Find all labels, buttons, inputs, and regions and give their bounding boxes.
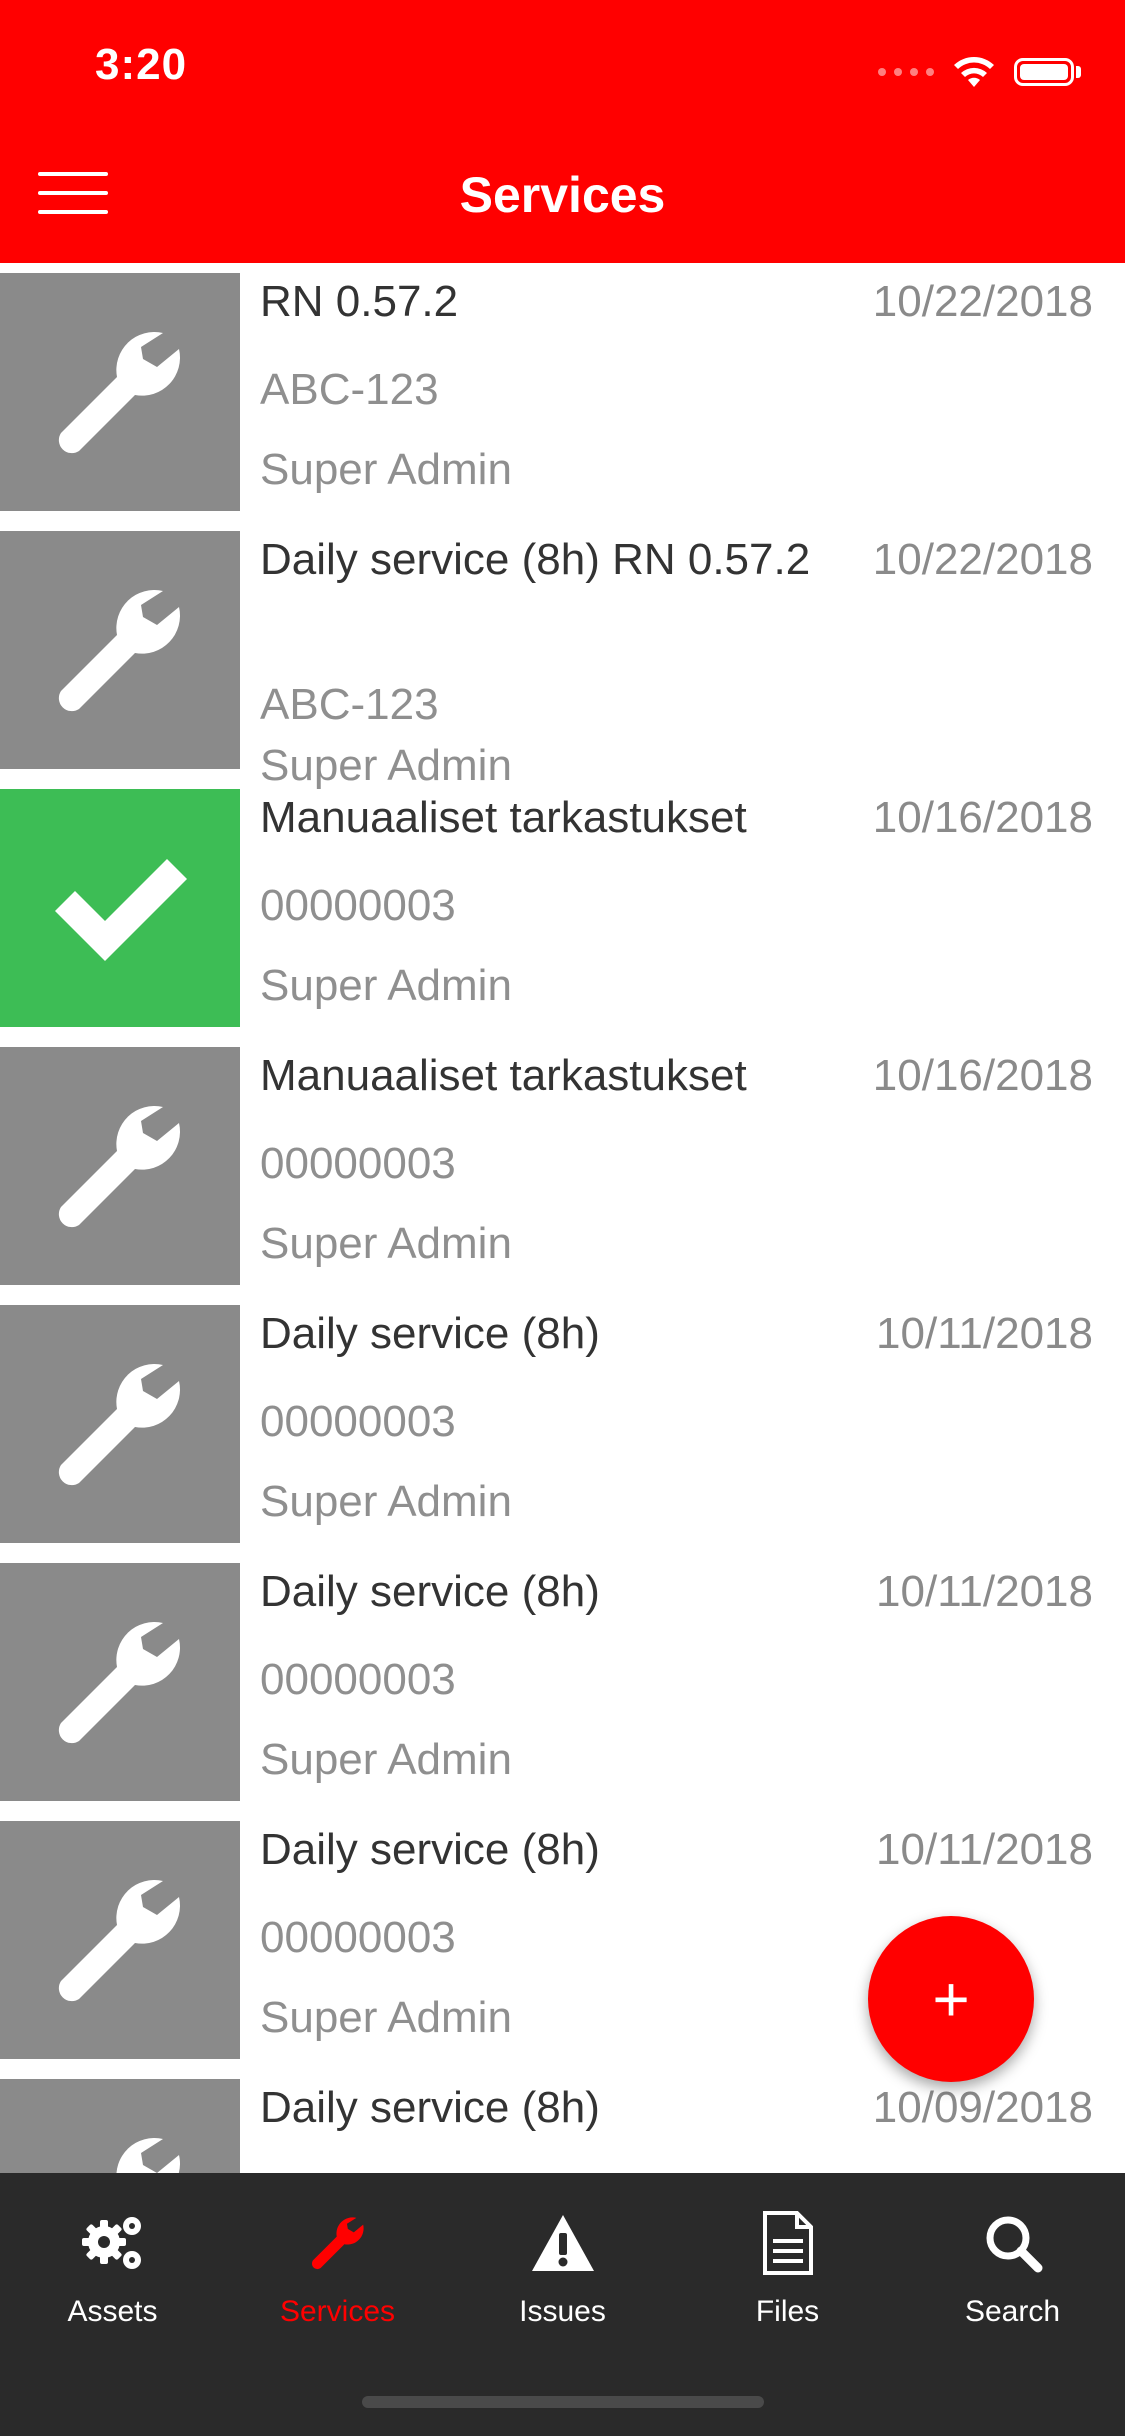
top-bar: 3:20 Services <box>0 0 1125 263</box>
service-thumbnail <box>0 1047 240 1285</box>
service-date: 10/11/2018 <box>876 1309 1093 1358</box>
home-indicator[interactable] <box>362 2396 764 2408</box>
service-date: 10/11/2018 <box>876 1567 1093 1616</box>
service-row[interactable]: Manuaaliset tarkastukset 10/16/2018 0000… <box>0 1037 1125 1295</box>
service-thumbnail <box>0 1563 240 1801</box>
service-thumbnail <box>0 531 240 769</box>
service-code: 00000003 <box>260 881 456 930</box>
service-code: 00000003 <box>260 1139 456 1188</box>
service-user: Super Admin <box>260 1993 512 2042</box>
service-date: 10/22/2018 <box>872 535 1093 584</box>
service-title: Daily service (8h) <box>260 1567 600 1616</box>
service-user: Super Admin <box>260 1477 512 1526</box>
wrench-icon <box>116 2138 180 2173</box>
service-row[interactable]: RN 0.57.2 10/22/2018 ABC-123 Super Admin <box>0 263 1125 521</box>
file-icon <box>762 2211 813 2275</box>
service-code: ABC-123 <box>260 365 439 414</box>
tab-label: Search <box>964 2295 1061 2328</box>
wrench-icon <box>58 1364 180 1486</box>
add-service-button[interactable]: + <box>868 1916 1034 2082</box>
gears-icon <box>81 2217 141 2269</box>
service-row[interactable]: Daily service (8h) RN 0.57.2 10/22/2018 … <box>0 521 1125 790</box>
service-title: Daily service (8h) <box>260 1309 600 1358</box>
service-code: ABC-123 <box>260 680 439 729</box>
wrench-icon <box>58 590 180 712</box>
warning-icon <box>531 2215 594 2271</box>
wrench-icon <box>58 1106 180 1228</box>
wrench-icon <box>58 332 180 454</box>
service-user: Super Admin <box>260 1219 512 1268</box>
service-code: 00000003 <box>260 1397 456 1446</box>
service-thumbnail <box>0 789 240 1027</box>
service-thumbnail <box>0 1821 240 2059</box>
tab-services[interactable]: Services <box>225 2203 450 2329</box>
tab-assets[interactable]: Assets <box>0 2203 225 2329</box>
page-title: Services <box>459 167 666 223</box>
tab-label: Services <box>279 2295 396 2328</box>
status-icons <box>878 52 1081 92</box>
search-icon <box>986 2216 1042 2273</box>
service-date: 10/22/2018 <box>872 277 1093 326</box>
service-user: Super Admin <box>260 445 512 494</box>
tab-label: Issues <box>519 2295 606 2328</box>
wrench-icon <box>311 2217 364 2270</box>
service-row[interactable]: Manuaaliset tarkastukset 10/16/2018 0000… <box>0 779 1125 1037</box>
tab-label: Assets <box>67 2295 158 2328</box>
tab-issues[interactable]: Issues <box>450 2203 675 2329</box>
service-title: Daily service (8h) RN 0.57.2 <box>260 535 811 584</box>
services-list[interactable]: RN 0.57.2 10/22/2018 ABC-123 Super Admin… <box>0 263 1125 2173</box>
service-date: 10/11/2018 <box>876 1825 1093 1874</box>
service-user: Super Admin <box>260 1735 512 1784</box>
service-thumbnail <box>0 1305 240 1543</box>
status-time: 3:20 <box>95 40 188 89</box>
wifi-icon <box>954 57 994 87</box>
tab-files[interactable]: Files <box>675 2203 900 2329</box>
service-date: 10/16/2018 <box>872 793 1093 842</box>
battery-icon <box>1014 58 1081 86</box>
service-title: Daily service (8h) <box>260 1825 600 1874</box>
service-date: 10/09/2018 <box>872 2083 1093 2132</box>
service-row[interactable]: Daily service (8h) 10/11/2018 00000003 S… <box>0 1295 1125 1553</box>
service-thumbnail <box>0 2079 240 2173</box>
signal-icon <box>878 68 934 76</box>
service-title: Manuaaliset tarkastukset <box>260 793 747 842</box>
wrench-icon <box>58 1880 180 2002</box>
service-row[interactable]: Daily service (8h) 10/09/2018 <box>0 2069 1125 2173</box>
service-user: Super Admin <box>260 961 512 1010</box>
tab-label: Files <box>755 2295 820 2328</box>
service-date: 10/16/2018 <box>872 1051 1093 1100</box>
service-title: Manuaaliset tarkastukset <box>260 1051 747 1100</box>
checkmark-icon <box>55 859 187 961</box>
service-code: 00000003 <box>260 1913 456 1962</box>
service-row[interactable]: Daily service (8h) 10/11/2018 00000003 S… <box>0 1553 1125 1811</box>
service-code: 00000003 <box>260 1655 456 1704</box>
service-title: Daily service (8h) <box>260 2083 600 2132</box>
wrench-icon <box>58 1622 180 1744</box>
service-thumbnail <box>0 273 240 511</box>
tab-search[interactable]: Search <box>900 2203 1125 2329</box>
service-title: RN 0.57.2 <box>260 277 459 326</box>
